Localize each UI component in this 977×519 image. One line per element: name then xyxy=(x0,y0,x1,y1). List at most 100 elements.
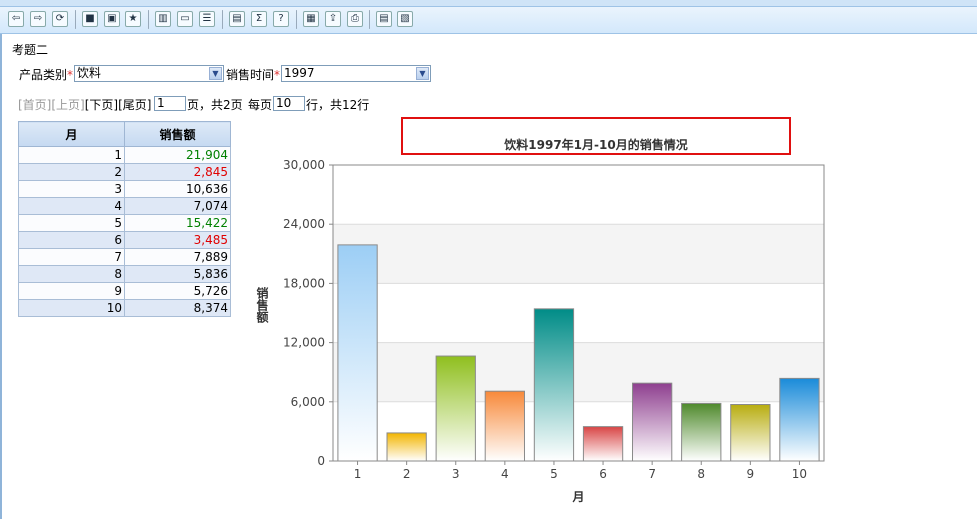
y-tick-label: 0 xyxy=(317,454,325,468)
query-icon[interactable]: ? xyxy=(273,11,289,27)
bar-3 xyxy=(435,355,476,462)
first-page-link[interactable]: [首页] xyxy=(18,98,51,112)
chart-edit-icon[interactable]: ▦ xyxy=(303,11,319,27)
back-icon[interactable]: ⇦ xyxy=(8,11,24,27)
save-icon[interactable]: ■ xyxy=(82,11,98,27)
toolbar-separator xyxy=(148,10,149,29)
x-tick-label: 3 xyxy=(452,467,460,481)
window-top-border xyxy=(0,0,977,7)
cell-month: 6 xyxy=(18,231,125,249)
bar-7 xyxy=(632,382,673,462)
toolbar-separator xyxy=(75,10,76,29)
cell-month: 1 xyxy=(18,146,125,164)
grid-band xyxy=(333,283,824,343)
grid-band xyxy=(333,342,824,402)
category-label: 产品类别* xyxy=(19,68,74,82)
pager: [首页][上页][下页][尾页] 第 xyxy=(18,96,167,113)
bar-8 xyxy=(681,402,722,462)
last-page-link[interactable]: [尾页] xyxy=(118,98,151,112)
left-border xyxy=(0,34,2,519)
column-header-month[interactable]: 月 xyxy=(18,121,125,147)
bar-1 xyxy=(337,244,378,462)
cell-month: 5 xyxy=(18,214,125,232)
y-tick-label: 30,000 xyxy=(283,158,325,172)
toolbar-separator xyxy=(222,10,223,29)
page-setup-icon[interactable]: ▤ xyxy=(376,11,392,27)
prev-page-link[interactable]: [上页] xyxy=(51,98,84,112)
x-tick-label: 8 xyxy=(697,467,705,481)
y-tick-label: 18,000 xyxy=(283,276,325,290)
table-row[interactable]: 5 15,422 xyxy=(18,214,231,232)
cell-sales: 7,074 xyxy=(124,197,231,215)
table-row[interactable]: 3 10,636 xyxy=(18,180,231,198)
per-page-input[interactable]: 10 xyxy=(273,96,305,111)
export-icon[interactable]: ⇪ xyxy=(325,11,341,27)
page-title: 考题二 xyxy=(12,43,49,57)
x-tick-label: 6 xyxy=(599,467,607,481)
x-axis-label: 月 xyxy=(571,490,584,504)
time-select[interactable]: 1997 ▼ xyxy=(281,65,431,82)
category-select[interactable]: 饮料 ▼ xyxy=(74,65,224,82)
cell-month: 7 xyxy=(18,248,125,266)
cell-sales: 3,485 xyxy=(124,231,231,249)
cell-sales: 21,904 xyxy=(124,146,231,164)
chevron-down-icon[interactable]: ▼ xyxy=(416,67,429,80)
refresh-icon[interactable]: ⟳ xyxy=(52,11,68,27)
table-row[interactable]: 4 7,074 xyxy=(18,197,231,215)
cell-sales: 5,726 xyxy=(124,282,231,300)
y-tick-label: 12,000 xyxy=(283,336,325,350)
cell-sales: 5,836 xyxy=(124,265,231,283)
bar-4 xyxy=(484,390,525,462)
chevron-down-icon[interactable]: ▼ xyxy=(209,67,222,80)
y-tick-label: 6,000 xyxy=(291,395,325,409)
x-tick-label: 1 xyxy=(354,467,362,481)
page-number-input[interactable]: 1 xyxy=(154,96,186,111)
cell-month: 8 xyxy=(18,265,125,283)
x-tick-label: 10 xyxy=(792,467,807,481)
toolbar: ⇦ ⇨ ⟳ ■ ▣ ★ ▥ ▭ ☰ ▤ Σ? ▦ ⇪ ⎙ ▤ ▧ xyxy=(0,7,977,34)
grid-band xyxy=(333,224,824,284)
table-row[interactable]: 2 2,845 xyxy=(18,163,231,181)
x-tick-label: 2 xyxy=(403,467,411,481)
table-row[interactable]: 10 8,374 xyxy=(18,299,231,317)
grid-band xyxy=(333,165,824,225)
bar-10 xyxy=(779,377,820,462)
table-row[interactable]: 6 3,485 xyxy=(18,231,231,249)
per-page-suffix: 行，共12行 xyxy=(306,98,370,112)
chart-icon[interactable]: ▥ xyxy=(155,11,171,27)
x-tick-label: 4 xyxy=(501,467,509,481)
per-page-prefix: 每页 xyxy=(248,98,273,112)
table-row[interactable]: 1 21,904 xyxy=(18,146,231,164)
chart-title: 饮料1997年1月-10月的销售情况 xyxy=(503,137,687,152)
cell-month: 9 xyxy=(18,282,125,300)
column-header-sales[interactable]: 销售额 xyxy=(124,121,231,147)
x-tick-label: 9 xyxy=(747,467,755,481)
table-row[interactable]: 7 7,889 xyxy=(18,248,231,266)
cell-sales: 15,422 xyxy=(124,214,231,232)
cell-sales: 2,845 xyxy=(124,163,231,181)
time-label: 销售时间* xyxy=(226,68,281,82)
table-row[interactable]: 8 5,836 xyxy=(18,265,231,283)
y-axis-label: 销售额 xyxy=(256,286,269,324)
sum-icon[interactable]: Σ xyxy=(251,11,267,27)
next-page-link[interactable]: [下页] xyxy=(85,98,118,112)
favorite-icon[interactable]: ★ xyxy=(125,11,141,27)
bar-9 xyxy=(730,404,771,462)
format-icon[interactable]: ▧ xyxy=(397,11,413,27)
bar-2 xyxy=(386,432,427,462)
toolbar-separator xyxy=(369,10,370,29)
properties-icon[interactable]: ▤ xyxy=(229,11,245,27)
save-as-icon[interactable]: ▣ xyxy=(104,11,120,27)
cell-sales: 8,374 xyxy=(124,299,231,317)
y-tick-label: 24,000 xyxy=(283,217,325,231)
sales-bar-chart: 0 6,000 12,000 18,000 24,000 30,000 1 2 3 4 5 6 7 8 9 1… xyxy=(256,137,825,504)
print-icon[interactable]: ⎙ xyxy=(347,11,363,27)
cell-month: 3 xyxy=(18,180,125,198)
table-row[interactable]: 9 5,726 xyxy=(18,282,231,300)
page-suffix: 页，共2页 xyxy=(187,98,243,112)
cell-sales: 7,889 xyxy=(124,248,231,266)
forward-icon[interactable]: ⇨ xyxy=(30,11,46,27)
checklist-icon[interactable]: ☰ xyxy=(199,11,215,27)
window-icon[interactable]: ▭ xyxy=(177,11,193,27)
cell-month: 4 xyxy=(18,197,125,215)
